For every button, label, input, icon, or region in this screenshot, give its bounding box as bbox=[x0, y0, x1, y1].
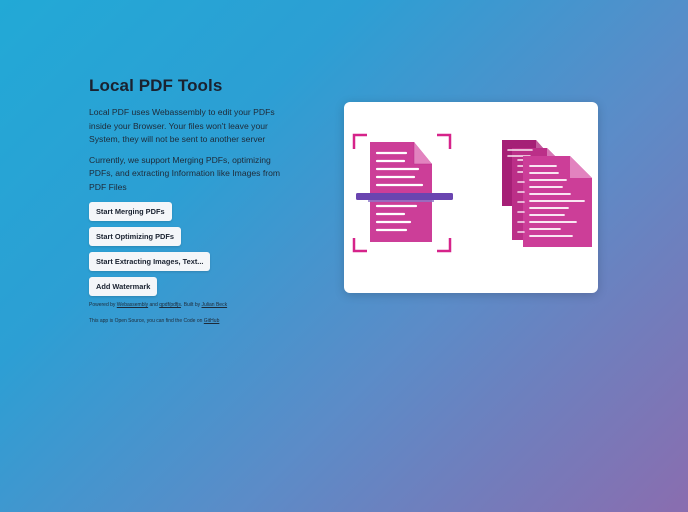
illustration-card bbox=[344, 102, 598, 293]
watermark-button[interactable]: Add Watermark bbox=[89, 277, 158, 296]
page-title: Local PDF Tools bbox=[89, 76, 223, 95]
built-by-label: . Built by bbox=[180, 302, 201, 308]
support-text: Currently, we support Merging PDFs, opti… bbox=[89, 154, 281, 192]
powered-by-note: Powered by Webassembly and qpdf/pdfjs. B… bbox=[89, 301, 294, 309]
powered-by-label: Powered by bbox=[89, 302, 116, 308]
github-link[interactable]: GitHub bbox=[204, 318, 220, 324]
intro-panel: Local PDF Tools Local PDF uses Webassemb… bbox=[89, 76, 294, 325]
extract-button[interactable]: Start Extracting Images, Text... bbox=[89, 252, 211, 271]
optimize-button[interactable]: Start Optimizing PDFs bbox=[89, 227, 182, 246]
qpdf-link[interactable]: qpdf/pdfjs bbox=[159, 302, 181, 308]
intro-text: Local PDF uses Webassembly to edit your … bbox=[89, 107, 275, 144]
stacked-documents-icon bbox=[502, 140, 592, 247]
open-source-note: This app is Open Source, you can find th… bbox=[89, 317, 294, 325]
merge-button[interactable]: Start Merging PDFs bbox=[89, 202, 172, 221]
open-source-label: This app is Open Source, you can find th… bbox=[89, 318, 203, 324]
webassembly-link[interactable]: Webassembly bbox=[117, 302, 148, 308]
author-link[interactable]: Julian Beck bbox=[202, 302, 228, 308]
scan-document-icon bbox=[352, 133, 453, 253]
and-label: and bbox=[149, 302, 158, 308]
